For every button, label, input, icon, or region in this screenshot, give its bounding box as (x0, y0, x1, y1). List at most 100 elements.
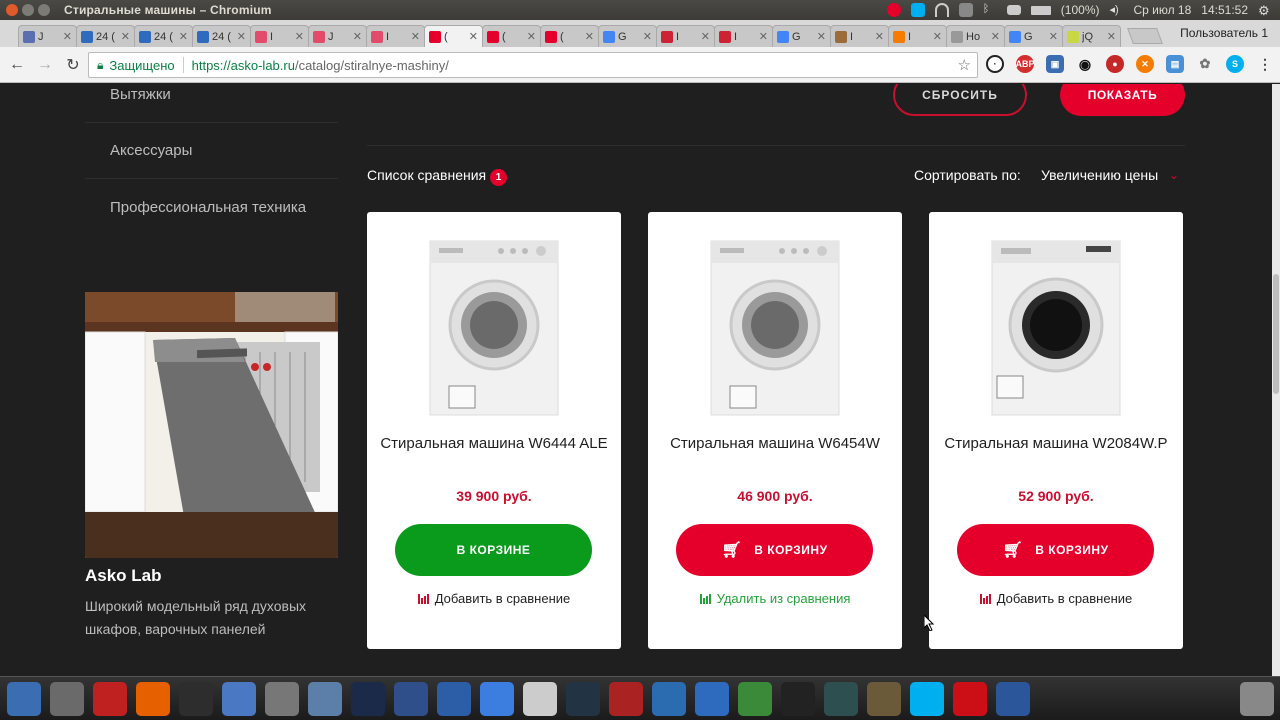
close-tab-icon[interactable]: ✕ (875, 30, 884, 43)
sidebar-link-accessories[interactable]: Аксессуары (110, 142, 192, 159)
bluetooth-icon[interactable]: ᛒ (983, 3, 997, 17)
browser-tab[interactable]: (✕ (540, 25, 599, 47)
settings-gear-icon[interactable]: ⚙ (1258, 3, 1272, 18)
product-card[interactable]: Стиральная машина W6454W 46 900 руб. 🛒︎ В К… (648, 212, 902, 649)
browser-tab[interactable]: Ho ✕ (946, 25, 1005, 47)
sidebar-link-professional[interactable]: Профессиональная техника (110, 199, 306, 216)
tool-icon[interactable] (308, 682, 342, 716)
browser-tab[interactable]: G ✕ (1004, 25, 1063, 47)
browser-tab[interactable]: 24 (✕ (76, 25, 135, 47)
pen-icon[interactable] (394, 682, 428, 716)
close-tab-icon[interactable]: ✕ (179, 30, 188, 43)
chevron-down-icon[interactable]: ⌄ (1169, 168, 1179, 182)
system-monitor-icon[interactable] (652, 682, 686, 716)
browser-tab[interactable]: 24 (✕ (192, 25, 251, 47)
scanner-icon[interactable] (265, 682, 299, 716)
close-tab-icon[interactable]: ✕ (1049, 30, 1058, 43)
eye-extension-icon[interactable]: ◉ (1076, 55, 1094, 73)
24-icon[interactable] (695, 682, 729, 716)
screenshot-extension-icon[interactable]: ▣ (1046, 55, 1064, 73)
volume-icon[interactable]: ◂) (1109, 3, 1123, 17)
close-tab-icon[interactable]: ✕ (933, 30, 942, 43)
browser-tab[interactable]: I ✕ (366, 25, 425, 47)
timer-extension-icon[interactable]: · (986, 55, 1004, 73)
close-tab-icon[interactable]: ✕ (527, 30, 536, 43)
document-icon[interactable] (222, 682, 256, 716)
apply-filters-button[interactable]: ПОКАЗАТЬ (1060, 84, 1185, 116)
wifi-icon[interactable] (934, 3, 949, 17)
add-to-cart-button[interactable]: 🛒︎ В КОРЗИНУ (676, 524, 873, 576)
browser-tab[interactable]: J ✕ (18, 25, 77, 47)
terminal-icon[interactable] (179, 682, 213, 716)
browser-tab[interactable]: jQ ✕ (1062, 25, 1121, 47)
orange-extension-icon[interactable]: ✕ (1136, 55, 1154, 73)
close-window-icon[interactable] (6, 4, 18, 16)
product-name[interactable]: Стиральная машина W6444 ALE (379, 433, 609, 454)
paw-extension-icon[interactable]: ✿ (1196, 55, 1214, 73)
ubuntu-icon[interactable] (7, 682, 41, 716)
forward-arrow-icon[interactable]: → (34, 54, 56, 76)
skype-extension-icon[interactable]: S (1226, 55, 1244, 73)
close-tab-icon[interactable]: ✕ (469, 30, 478, 43)
lock-icon[interactable]: 🔒︎ (97, 58, 103, 73)
blue-swirl-icon[interactable] (437, 682, 471, 716)
close-tab-icon[interactable]: ✕ (991, 30, 1000, 43)
calculator-icon[interactable] (50, 682, 84, 716)
close-tab-icon[interactable]: ✕ (759, 30, 768, 43)
close-tab-icon[interactable]: ✕ (643, 30, 652, 43)
product-name[interactable]: Стиральная машина W6454W (660, 433, 890, 454)
close-tab-icon[interactable]: ✕ (701, 30, 710, 43)
back-arrow-icon[interactable]: ← (6, 54, 28, 76)
scrollbar-thumb[interactable] (1273, 274, 1279, 394)
add-compare-link[interactable]: Добавить в сравнение (929, 591, 1183, 606)
firefox-icon[interactable] (136, 682, 170, 716)
red-swirl-icon[interactable] (609, 682, 643, 716)
skype-tray-icon[interactable] (910, 3, 925, 17)
browser-tab[interactable]: I ✕ (888, 25, 947, 47)
new-tab-button[interactable] (1127, 28, 1163, 44)
washing-machine-image[interactable] (710, 240, 840, 416)
close-tab-icon[interactable]: ✕ (411, 30, 420, 43)
close-tab-icon[interactable]: ✕ (295, 30, 304, 43)
close-tab-icon[interactable]: ✕ (121, 30, 130, 43)
close-tab-icon[interactable]: ✕ (585, 30, 594, 43)
browser-tab[interactable]: 24 (✕ (134, 25, 193, 47)
opera-icon[interactable] (953, 682, 987, 716)
word-icon[interactable] (996, 682, 1030, 716)
maximize-window-icon[interactable] (38, 4, 50, 16)
compare-list-link[interactable]: Список сравнения (367, 167, 486, 183)
bookmark-star-icon[interactable]: ☆ (958, 56, 971, 74)
photoshop-icon[interactable] (351, 682, 385, 716)
pin-extension-icon[interactable]: ● (1106, 55, 1124, 73)
skype-icon[interactable] (910, 682, 944, 716)
gimp-icon[interactable] (824, 682, 858, 716)
reset-filters-button[interactable]: СБРОСИТЬ (893, 84, 1027, 116)
promo-dishwasher-image[interactable] (85, 292, 338, 558)
browser-tab[interactable]: (✕ (424, 25, 483, 47)
editor-icon[interactable] (523, 682, 557, 716)
product-name[interactable]: Стиральная машина W2084W.P (941, 433, 1171, 454)
washing-machine-image[interactable] (991, 240, 1121, 416)
filezilla-icon[interactable] (93, 682, 127, 716)
product-card[interactable]: Стиральная машина W2084W.P 52 900 руб. 🛒︎ В… (929, 212, 1183, 649)
promo-title[interactable]: Asko Lab (85, 566, 162, 586)
adblock-extension-icon[interactable]: ABP (1016, 55, 1035, 73)
close-tab-icon[interactable]: ✕ (353, 30, 362, 43)
menu-kebab-icon[interactable]: ⋮ (1256, 55, 1274, 73)
spreadsheet-icon[interactable] (738, 682, 772, 716)
close-tab-icon[interactable]: ✕ (63, 30, 72, 43)
sync-icon[interactable] (958, 3, 973, 17)
clock[interactable]: Ср июл 18 14:51:52 (1133, 3, 1248, 17)
close-tab-icon[interactable]: ✕ (1107, 30, 1116, 43)
in-cart-button[interactable]: В КОРЗИНЕ (395, 524, 592, 576)
chromium-icon[interactable] (480, 682, 514, 716)
add-to-cart-button[interactable]: 🛒︎ В КОРЗИНУ (957, 524, 1154, 576)
product-card[interactable]: Стиральная машина W6444 ALE 39 900 руб. В … (367, 212, 621, 649)
wine-icon[interactable] (867, 682, 901, 716)
mail-icon[interactable] (1006, 5, 1021, 15)
close-tab-icon[interactable]: ✕ (237, 30, 246, 43)
sidebar-link-hoods[interactable]: Вытяжки (110, 86, 171, 103)
blue-extension-icon[interactable]: ▤ (1166, 55, 1184, 73)
browser-tab[interactable]: (✕ (482, 25, 541, 47)
monitor-icon[interactable] (566, 682, 600, 716)
